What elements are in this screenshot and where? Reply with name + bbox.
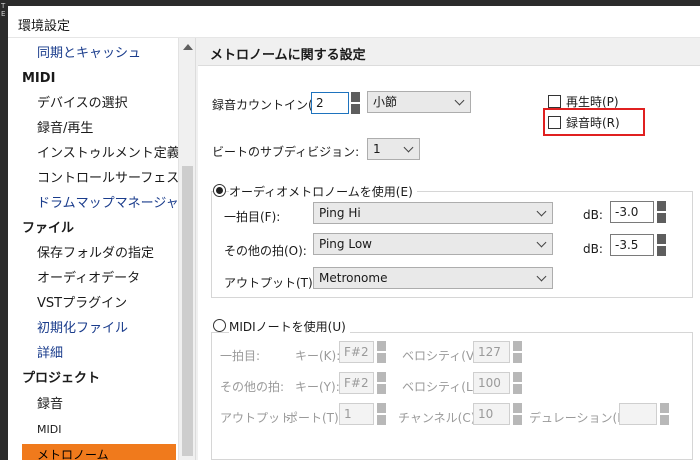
midi-other-key-label: キー(Y):: [295, 380, 340, 394]
other-beats-db-spinner[interactable]: [657, 234, 666, 256]
audio-output-label: アウトプット(T):: [224, 276, 317, 290]
record-checkbox-label[interactable]: 録音時(R): [566, 114, 620, 131]
midi-other-key-input[interactable]: F#2: [339, 372, 374, 394]
other-beats-label: その他の拍(O):: [224, 244, 307, 258]
sidebar-item-project-midi[interactable]: MIDI: [37, 419, 61, 441]
audio-metronome-label[interactable]: オーディオメトロノームを使用(E): [229, 183, 417, 200]
scrollbar-thumb[interactable]: [182, 166, 193, 456]
midi-other-key-spinner[interactable]: [377, 372, 386, 394]
first-beat-sound-select[interactable]: Ping Hi: [313, 202, 553, 224]
background-text: T E: [1, 2, 6, 18]
midi-channel-label: チャンネル(C):: [398, 411, 480, 425]
chevron-down-icon: [536, 271, 547, 282]
first-beat-label: 一拍目(F):: [224, 210, 281, 224]
count-in-input[interactable]: 2: [311, 92, 349, 114]
midi-output-label: アウトプット:: [220, 411, 297, 425]
chevron-down-icon: [403, 142, 414, 153]
midi-port-spinner[interactable]: [377, 403, 386, 425]
first-beat-db-label: dB:: [583, 208, 603, 222]
midi-first-key-spinner[interactable]: [377, 341, 386, 363]
sidebar-category-midi[interactable]: MIDI: [22, 68, 55, 90]
audio-metronome-radio[interactable]: [213, 184, 226, 197]
count-in-label: 録音カウントイン(I):: [212, 98, 325, 112]
sidebar-item-device-select[interactable]: デバイスの選択: [37, 93, 128, 115]
other-beats-db-input[interactable]: -3.5: [610, 234, 654, 256]
first-beat-db-spinner[interactable]: [657, 201, 666, 223]
first-beat-db-input[interactable]: -3.0: [610, 201, 654, 223]
midi-other-velocity-spinner[interactable]: [513, 372, 522, 394]
panel-title: メトロノームに関する設定: [210, 48, 366, 63]
beat-subdivision-select[interactable]: 1: [367, 138, 420, 160]
midi-port-input[interactable]: 1: [339, 403, 374, 425]
midi-other-velocity-input[interactable]: 100: [473, 372, 510, 394]
midi-duration-input[interactable]: [619, 403, 657, 425]
sidebar-item-init-file[interactable]: 初期化ファイル: [37, 318, 128, 340]
sidebar-item-audio-data[interactable]: オーディオデータ: [37, 268, 140, 290]
midi-first-beat-label: 一拍目:: [220, 349, 261, 363]
sidebar-item-drum-map-manager[interactable]: ドラムマップマネージャ: [37, 193, 179, 215]
sidebar-category-file[interactable]: ファイル: [22, 218, 74, 240]
sidebar: 同期とキャッシュ MIDI デバイスの選択 録音/再生 インストゥルメント定義 …: [8, 38, 196, 460]
window-title: 環境設定: [18, 19, 71, 34]
midi-other-velocity-label: ベロシティ(L):: [402, 380, 482, 394]
audio-output-select[interactable]: Metronome: [313, 267, 553, 289]
midi-duration-spinner[interactable]: [660, 403, 669, 425]
chevron-down-icon: [536, 206, 547, 217]
count-in-unit-select[interactable]: 小節: [367, 91, 471, 113]
midi-channel-input[interactable]: 10: [473, 403, 510, 425]
preferences-window: 同期とキャッシュ MIDI デバイスの選択 録音/再生 インストゥルメント定義 …: [8, 38, 700, 460]
sidebar-item-instrument-definition[interactable]: インストゥルメント定義: [37, 143, 180, 165]
panel-header: メトロノームに関する設定: [198, 38, 700, 66]
sidebar-item-record-playback[interactable]: 録音/再生: [37, 118, 93, 140]
sidebar-item-metronome[interactable]: メトロノーム: [22, 444, 176, 460]
window-titlebar: 環境設定: [8, 6, 700, 38]
sidebar-item-save-folder[interactable]: 保存フォルダの指定: [37, 243, 154, 265]
sidebar-item-vst-plugins[interactable]: VSTプラグイン: [37, 293, 127, 315]
midi-first-velocity-label: ベロシティ(V):: [402, 349, 483, 363]
sidebar-category-project[interactable]: プロジェクト: [22, 368, 100, 390]
sidebar-item-sync-cache[interactable]: 同期とキャッシュ: [37, 43, 141, 65]
midi-note-label[interactable]: MIDIノートを使用(U): [229, 318, 350, 335]
settings-panel: メトロノームに関する設定 録音カウントイン(I): 2 小節 再生時(P) 録音…: [198, 38, 700, 460]
midi-port-label: ポート(T):: [286, 411, 343, 425]
sidebar-scrollbar[interactable]: [178, 38, 195, 460]
midi-first-key-label: キー(K):: [295, 349, 341, 363]
other-beats-sound-select[interactable]: Ping Low: [313, 233, 553, 255]
count-in-spinner[interactable]: [351, 92, 360, 114]
midi-first-velocity-input[interactable]: 127: [473, 341, 510, 363]
other-beats-db-label: dB:: [583, 242, 603, 256]
sidebar-item-control-surface[interactable]: コントロールサーフェス: [37, 168, 179, 190]
sidebar-item-advanced[interactable]: 詳細: [37, 343, 63, 365]
midi-first-key-input[interactable]: F#2: [339, 341, 374, 363]
midi-first-velocity-spinner[interactable]: [513, 341, 522, 363]
scroll-up-arrow-icon[interactable]: [183, 44, 193, 50]
chevron-down-icon: [536, 237, 547, 248]
beat-subdivision-label: ビートのサブディビジョン:: [212, 145, 360, 159]
playback-checkbox[interactable]: [548, 95, 561, 108]
midi-other-beats-label: その他の拍:: [220, 380, 285, 394]
chevron-down-icon: [454, 95, 465, 106]
midi-channel-spinner[interactable]: [513, 403, 522, 425]
record-checkbox[interactable]: [548, 116, 561, 129]
sidebar-item-recording[interactable]: 録音: [37, 394, 63, 416]
midi-note-radio[interactable]: [213, 319, 226, 332]
